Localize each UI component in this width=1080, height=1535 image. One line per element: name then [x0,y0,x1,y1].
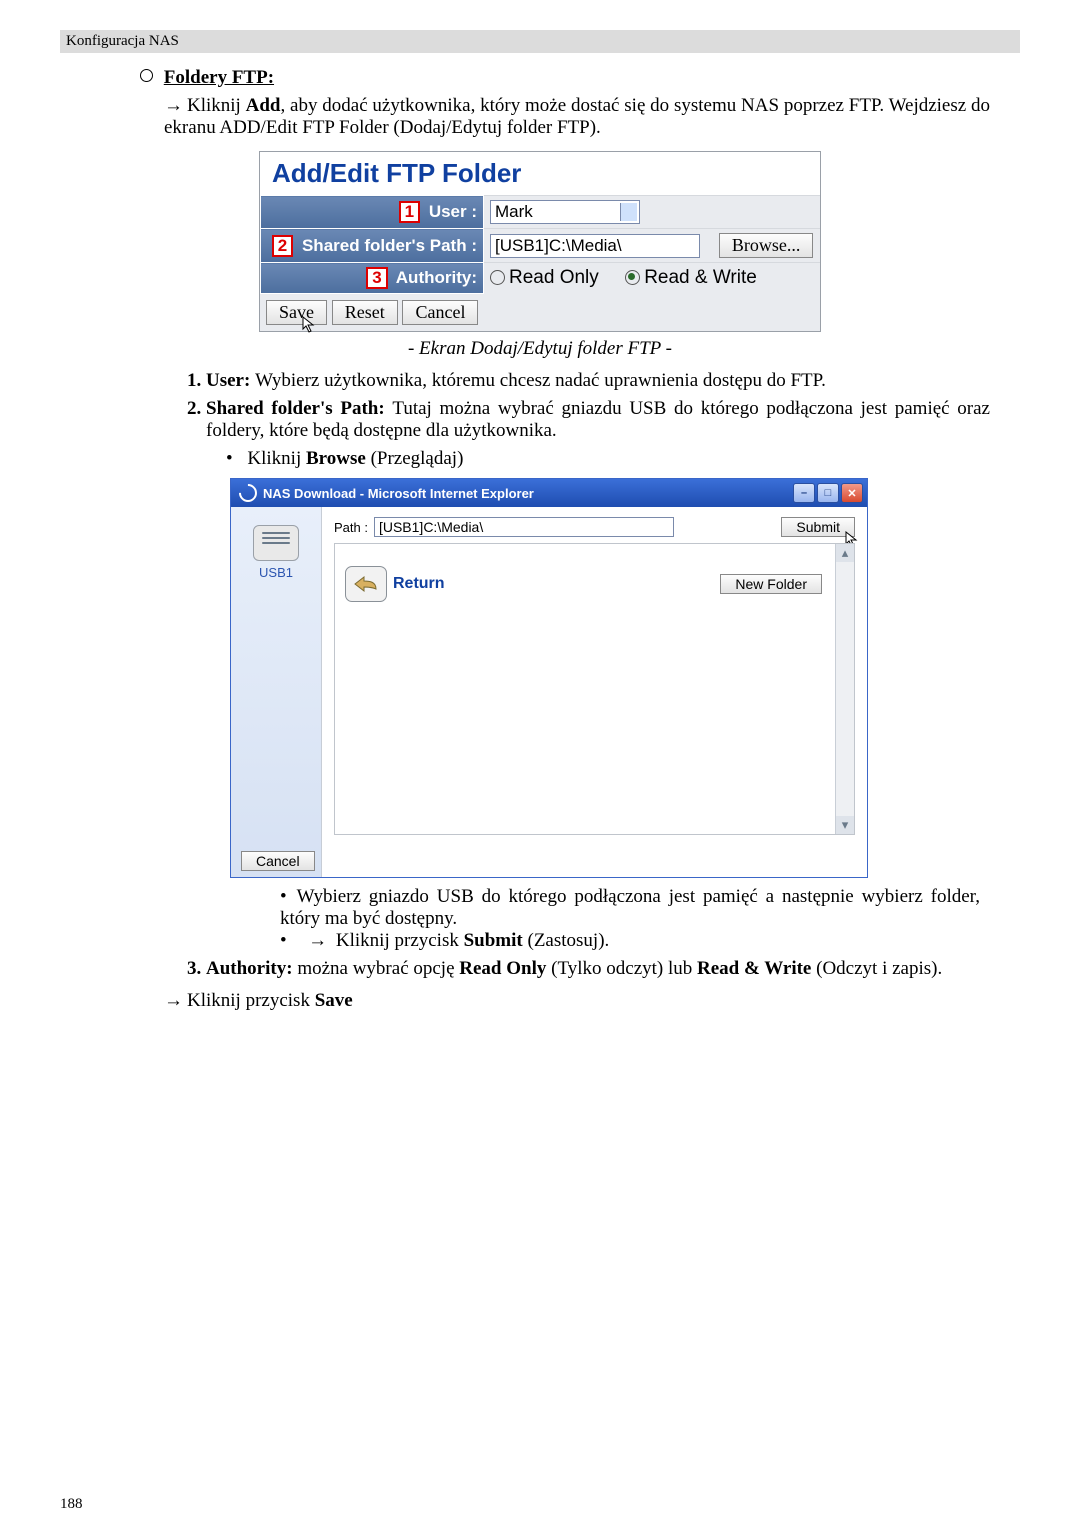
callout-3: 3 [366,267,387,289]
intro-text-a: Kliknij [187,95,246,116]
item-3: Authority: można wybrać opcję Read Only … [206,958,1020,980]
page-number: 188 [60,1496,83,1513]
cancel-button[interactable]: Cancel [402,300,478,325]
item-1-term: User: [206,370,255,391]
browse-button[interactable]: Browse... [719,233,814,258]
readonly-label: Read Only [509,267,599,288]
post-bullet-2: Kliknij przycisk Submit (Zastosuj). [280,930,980,952]
item-3-term: Authority: [206,958,297,979]
item-1: User: Wybierz użytkownika, któremu chces… [206,370,1020,392]
final-a: Kliknij przycisk [187,990,315,1011]
reset-button[interactable]: Reset [332,300,398,325]
post2-b: Submit [464,930,523,951]
radio-readonly[interactable] [490,270,505,285]
scrollbar[interactable]: ▴ ▾ [835,544,854,834]
figure1-caption: - Ekran Dodaj/Edytuj folder FTP - [60,338,1020,360]
intro-text-c: , aby dodać użytkownika, który może dost… [164,95,990,138]
return-icon [345,566,387,602]
readwrite-label: Read & Write [644,267,757,288]
i3f: (Odczyt i zapis). [811,958,942,979]
post2-c: (Zastosuj). [523,930,610,951]
item-2-bullet-a: Kliknij [247,448,306,469]
user-label: User : [429,202,477,221]
save-button[interactable]: Save [266,300,327,325]
window-title: NAS Download - Microsoft Internet Explor… [263,486,534,501]
i3b: można wybrać opcję [297,958,459,979]
bullet-marker [140,67,159,88]
section-title: Foldery FTP: [164,67,274,88]
item-1-text: Wybierz użytkownika, któremu chcesz nada… [255,370,826,391]
scroll-up-icon[interactable]: ▴ [836,544,854,562]
callout-2: 2 [272,235,293,257]
arrow-icon [308,930,331,951]
ie-icon [235,480,260,505]
path-label-window: Path : [334,520,368,535]
cancel-button-window[interactable]: Cancel [241,851,315,871]
item-2-bullet: Kliknij Browse (Przeglądaj) [226,448,990,470]
post2-a: Kliknij przycisk [336,930,464,951]
return-link[interactable]: Return [345,566,445,602]
i3c: Read Only [459,958,546,979]
i3d: (Tylko odczyt) lub [546,958,697,979]
final-b: Save [315,990,353,1011]
item-2-bullet-c: (Przeglądaj) [366,448,464,469]
new-folder-button[interactable]: New Folder [720,574,822,594]
chevron-down-icon [626,206,634,212]
callout-1: 1 [399,201,420,223]
figure-nas-download: NAS Download - Microsoft Internet Explor… [230,478,868,878]
arrow-icon [164,95,187,116]
figure1-title: Add/Edit FTP Folder [260,152,820,195]
intro-text-add: Add [246,95,281,116]
path-input-window[interactable]: [USB1]C:\Media\ [374,517,674,537]
page-header: Konfiguracja NAS [60,30,1020,53]
sidebar: USB1 Cancel [231,507,322,877]
usb-icon[interactable] [253,525,299,561]
window-titlebar: NAS Download - Microsoft Internet Explor… [231,479,867,507]
scroll-down-icon[interactable]: ▾ [836,816,854,834]
arrow-icon [164,990,187,1011]
return-label: Return [393,575,445,593]
item-2: Shared folder's Path: Tutaj można wybrać… [206,398,1020,470]
i3e: Read & Write [697,958,811,979]
figure-add-edit-ftp: Add/Edit FTP Folder 1 User : Mark 2 Shar… [259,151,821,332]
user-select[interactable]: Mark [490,200,640,224]
radio-readwrite[interactable] [625,270,640,285]
submit-button[interactable]: Submit [781,517,855,537]
minimize-button[interactable]: – [793,483,815,503]
authority-label: Authority: [396,268,477,287]
item-2-term: Shared folder's Path: [206,398,392,419]
user-select-value: Mark [495,202,533,221]
close-button[interactable]: ✕ [841,483,863,503]
item-2-bullet-b: Browse [306,448,366,469]
file-pane: Return New Folder ▴ ▾ [334,543,855,835]
cursor-icon [302,316,316,334]
path-input[interactable]: [USB1]C:\Media\ [490,234,700,258]
post-bullet-1: Wybierz gniazdo USB do którego podłączon… [280,886,980,930]
path-label: Shared folder's Path : [302,236,477,255]
usb-label: USB1 [231,565,321,580]
maximize-button[interactable]: □ [817,483,839,503]
